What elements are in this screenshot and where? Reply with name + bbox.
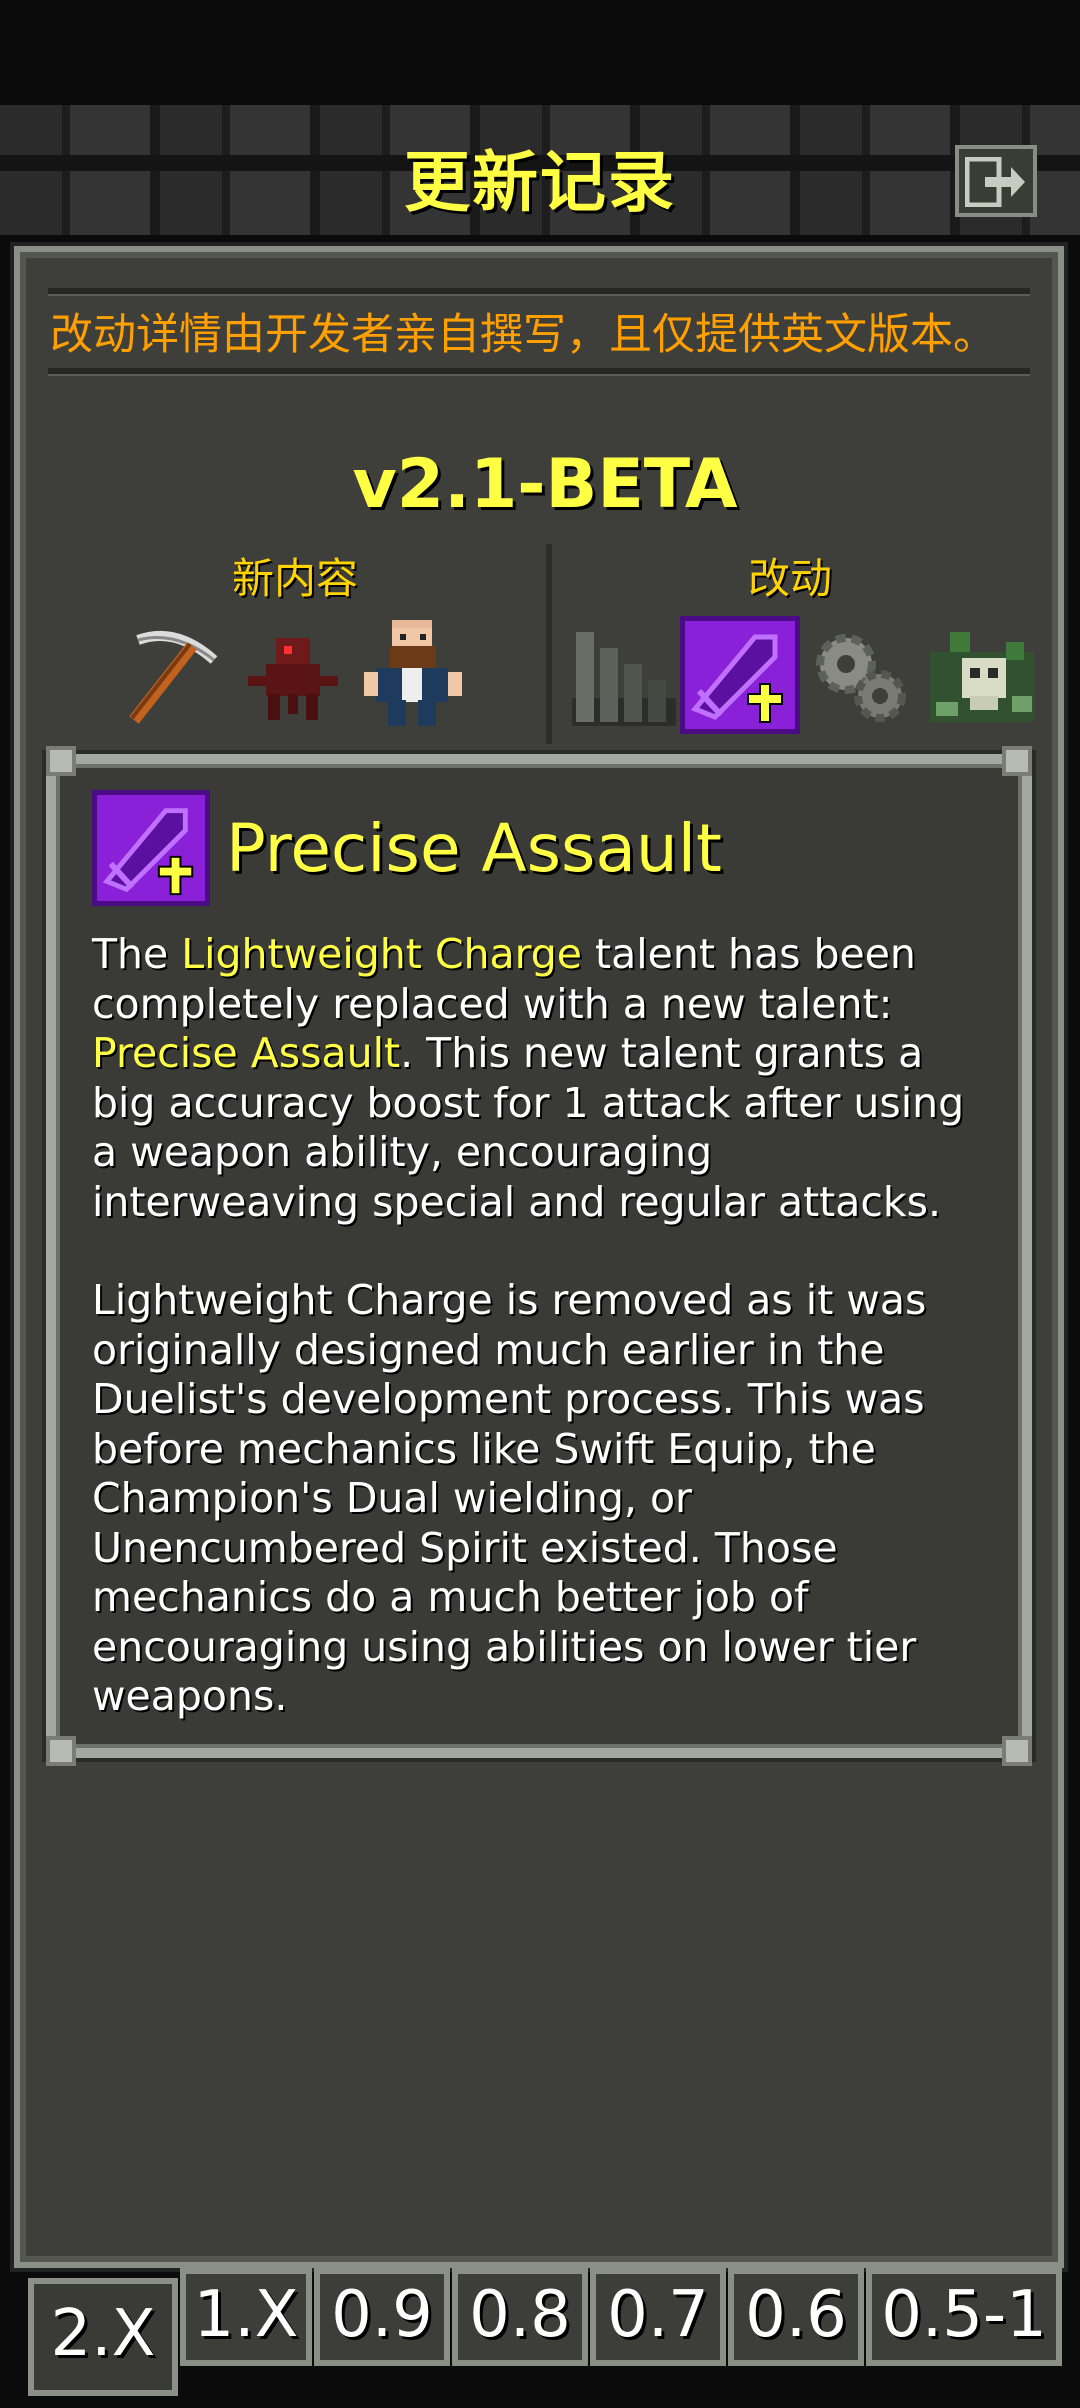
top-divider	[48, 288, 1030, 296]
stairs-icon[interactable]	[568, 618, 680, 730]
window-corner	[1002, 1736, 1032, 1766]
window-corner	[1002, 746, 1032, 776]
bearded-man-npc-icon[interactable]	[358, 612, 468, 732]
changes-label: 改动	[748, 554, 833, 603]
highlight-term: Precise Assault	[92, 1029, 401, 1077]
page-title: 更新记录	[404, 144, 676, 221]
red-creature-icon[interactable]	[236, 628, 346, 728]
section-divider	[546, 544, 552, 744]
description-paragraph: Lightweight Charge is removed as it was …	[92, 1276, 927, 1720]
pickaxe-icon[interactable]	[116, 620, 226, 730]
text-segment: The	[92, 930, 182, 978]
version-tabs: 2.X 1.X 0.9 0.8 0.7 0.6 0.5-1	[14, 2258, 1066, 2396]
description-paragraph: The Lightweight Charge talent has been c…	[92, 930, 992, 1227]
tab-0-8[interactable]: 0.8	[452, 2268, 588, 2366]
notice-text: 改动详情由开发者亲自撰写，且仅提供英文版本。	[50, 310, 996, 360]
tab-1x[interactable]: 1.X	[180, 2268, 312, 2366]
precise-assault-talent-icon	[92, 790, 210, 906]
new-content-label: 新内容	[232, 554, 359, 603]
tab-0-5-1[interactable]: 0.5-1	[866, 2268, 1062, 2366]
version-heading: v2.1-BETA	[352, 445, 738, 524]
tab-2x[interactable]: 2.X	[28, 2278, 178, 2396]
window-corner	[46, 1736, 76, 1766]
tab-0-9[interactable]: 0.9	[314, 2268, 450, 2366]
highlight-term: Lightweight Charge	[181, 930, 583, 978]
exit-button[interactable]	[955, 145, 1037, 217]
tab-0-7[interactable]: 0.7	[590, 2268, 726, 2366]
exit-door-icon	[965, 157, 1025, 207]
precise-assault-talent-icon[interactable]	[680, 616, 800, 734]
tab-0-6[interactable]: 0.6	[728, 2268, 864, 2366]
detail-description: The Lightweight Charge talent has been c…	[92, 930, 992, 1771]
notice-divider	[48, 368, 1030, 376]
green-skull-icon[interactable]	[920, 612, 1044, 736]
gears-icon[interactable]	[806, 624, 916, 734]
window-corner	[46, 746, 76, 776]
detail-title: Precise Assault	[226, 810, 722, 887]
